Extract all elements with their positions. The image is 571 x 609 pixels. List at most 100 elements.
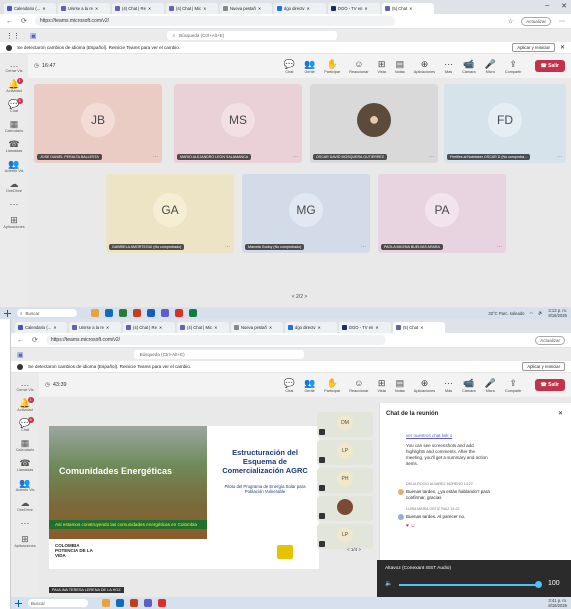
word-icon[interactable] [147,309,155,317]
volume-slider-thumb[interactable] [535,581,542,588]
participant-tile[interactable]: GA GABRIELA AMORTEGUI (No comprobado) ⋯ [106,174,234,253]
speaker-icon[interactable]: 🔈 [385,580,392,587]
update-button[interactable]: Actualizar [521,16,551,26]
control-vista[interactable]: ⊞ Vista [378,378,386,393]
control-más[interactable]: ⋯ Más [444,378,453,393]
wifi-icon[interactable]: ◠ [529,311,533,316]
rail-item[interactable]: … Cerrar Vis [5,59,22,73]
rail-item[interactable]: ⊞ Aplicaciones [14,534,35,548]
rail-item[interactable]: 👥 Aviento Vis [5,159,24,173]
participant-tile[interactable]: FD Fireflies.ai Notetaker OSCAR D (No com… [444,84,566,163]
close-chat-icon[interactable]: ✕ [558,410,563,417]
file-explorer-icon[interactable] [91,309,99,317]
rail-item[interactable]: ⊞ Aplicaciones [3,215,24,229]
participant-tile[interactable]: ● OSCAR DAVID MOSQUERA GUTIERREZ ⋯ [310,84,438,163]
control-micro[interactable]: 🎤 Micro [485,59,496,74]
excel-icon[interactable] [189,309,197,317]
participant-tile[interactable]: PH [317,468,373,493]
tab-close-icon[interactable]: ✕ [42,6,46,11]
tab-close-icon[interactable]: ✕ [420,325,424,330]
browser-tab[interactable]: Unirse a la re ✕ [69,322,121,333]
tab-close-icon[interactable]: ✕ [364,6,368,11]
browser-tab[interactable]: Nueva pestañ ✕ [220,3,272,14]
tab-close-icon[interactable]: ✕ [375,325,379,330]
control-cámara[interactable]: 📹 Cámara [462,59,476,74]
windows-start-icon[interactable] [4,309,11,317]
control-compartir[interactable]: ⇪ Compartir [505,59,522,74]
control-participar[interactable]: ✋ Participar [324,59,340,74]
tab-close-icon[interactable]: ✕ [106,325,110,330]
tab-close-icon[interactable]: ✕ [409,6,413,11]
control-gente[interactable]: 👥 Gente [304,378,315,393]
rail-item[interactable]: ▦ Calendario [16,438,34,452]
rail-item[interactable]: ☎ Llamadas [17,458,33,472]
rail-item[interactable]: ▦ Calendario [5,119,23,133]
url-field[interactable]: https://teams.microsoft.com/v2/ [34,16,395,26]
control-reaccionar[interactable]: ☺ Reaccionar [349,378,368,393]
windows-start-icon[interactable] [15,599,22,607]
browser-tab[interactable]: Unirse a la re ✕ [58,3,110,14]
more-options-icon[interactable]: ⋯ [293,154,298,160]
rail-item[interactable]: ☎ Llamadas [6,139,22,153]
rail-item[interactable]: ⋯ [10,199,19,209]
tab-close-icon[interactable]: ✕ [159,325,163,330]
rail-item[interactable]: ☁ OneDrive [6,179,22,193]
rail-item[interactable]: 🔔 1 Actividad [6,78,23,93]
tab-close-icon[interactable]: ✕ [269,325,273,330]
url-field[interactable]: https://teams.microsoft.com/v2/ [45,335,386,345]
browser-tab[interactable]: DGO - TV en ✕ [339,322,391,333]
participant-tile[interactable]: MG Marcela Godoy (No comprobado) ⋯ [242,174,370,253]
taskbar-search[interactable]: ⌕ Buscar [17,309,77,317]
browser-tab[interactable]: dgo directv ✕ [285,322,337,333]
file-explorer-icon[interactable] [102,599,110,607]
rail-item[interactable]: 💬 5 Chat [19,417,34,432]
control-vista[interactable]: ⊞ Vista [378,59,386,74]
more-options-icon[interactable]: ⋯ [153,154,158,160]
browser-tab[interactable]: (5) Chat ✕ [393,322,445,333]
rail-item[interactable]: 💬 5 Chat [8,98,23,113]
gallery-pager[interactable]: < 2/2 > [292,294,308,300]
participant-tile[interactable]: LP [317,524,373,549]
leave-button[interactable]: ☎ Salir [534,379,565,391]
browser-tab[interactable]: (4) Chat | Mic ✕ [177,322,229,333]
weather-widget[interactable]: 33°C Parc. soleado [488,311,524,316]
browser-tab[interactable]: DGO - TV en ✕ [328,3,380,14]
more-options-icon[interactable]: ⋯ [225,244,230,250]
audio-device-label[interactable]: Altavoz (Conexant ISST Audio) [385,566,451,571]
more-options-icon[interactable]: ⋯ [557,154,562,160]
search-input[interactable]: ⌕ Búsqueda (Ctrl+Alt+E) [166,31,337,40]
apply-restart-button[interactable]: Aplicar y reiniciar [512,43,555,52]
browser-tab[interactable]: (4) Chat | Re ✕ [123,322,175,333]
control-gente[interactable]: 👥 Gente [304,59,315,74]
volume-slider[interactable] [399,584,539,586]
browser-tab[interactable]: (4) Chat | Re ✕ [112,3,164,14]
more-options-icon[interactable]: ⋯ [429,154,434,160]
control-participar[interactable]: ✋ Participar [324,378,340,393]
tab-close-icon[interactable]: ✕ [317,325,321,330]
control-más[interactable]: ⋯ Más [444,59,453,74]
powerpoint-icon[interactable] [130,599,138,607]
control-notas[interactable]: ▤ Notas [395,59,405,74]
participant-tile[interactable]: DM [317,412,373,437]
volume-icon[interactable]: 🔊 [538,310,543,316]
leave-button[interactable]: ☎ Salir [534,60,565,72]
teams-icon[interactable] [144,599,152,607]
control-aplicaciones[interactable]: ⊕ Aplicaciones [414,59,435,74]
taskbar-clock[interactable]: 3:41 p. m. 8/16/2025 [548,598,567,608]
close-icon[interactable]: ✕ [561,2,567,10]
chat-link[interactable]: ver nuestros chat link 1 [406,433,452,438]
tab-close-icon[interactable]: ✕ [53,325,57,330]
search-input[interactable]: Búsqueda (Ctrl+Alt+E) [133,350,304,359]
browser-tab[interactable]: Calendario (... ✕ [4,3,56,14]
browser-tab[interactable]: (5) Chat ✕ [382,3,434,14]
reload-icon[interactable]: ⟳ [21,17,27,25]
edge-icon[interactable] [116,599,124,607]
control-chat[interactable]: 💬 Chat [284,378,295,393]
update-button[interactable]: Actualizar [535,335,565,345]
rail-item[interactable]: ☁ OneDrive [17,498,33,512]
participant-tile[interactable]: PA PAOLA MILENA BUELVAS ARARA ⋯ [378,174,506,253]
tab-close-icon[interactable]: ✕ [214,325,218,330]
star-icon[interactable]: ☆ [508,18,513,25]
grid-icon[interactable]: ⋮⋮ [6,32,20,40]
rail-item[interactable]: … Cerrar Vis [16,378,33,392]
